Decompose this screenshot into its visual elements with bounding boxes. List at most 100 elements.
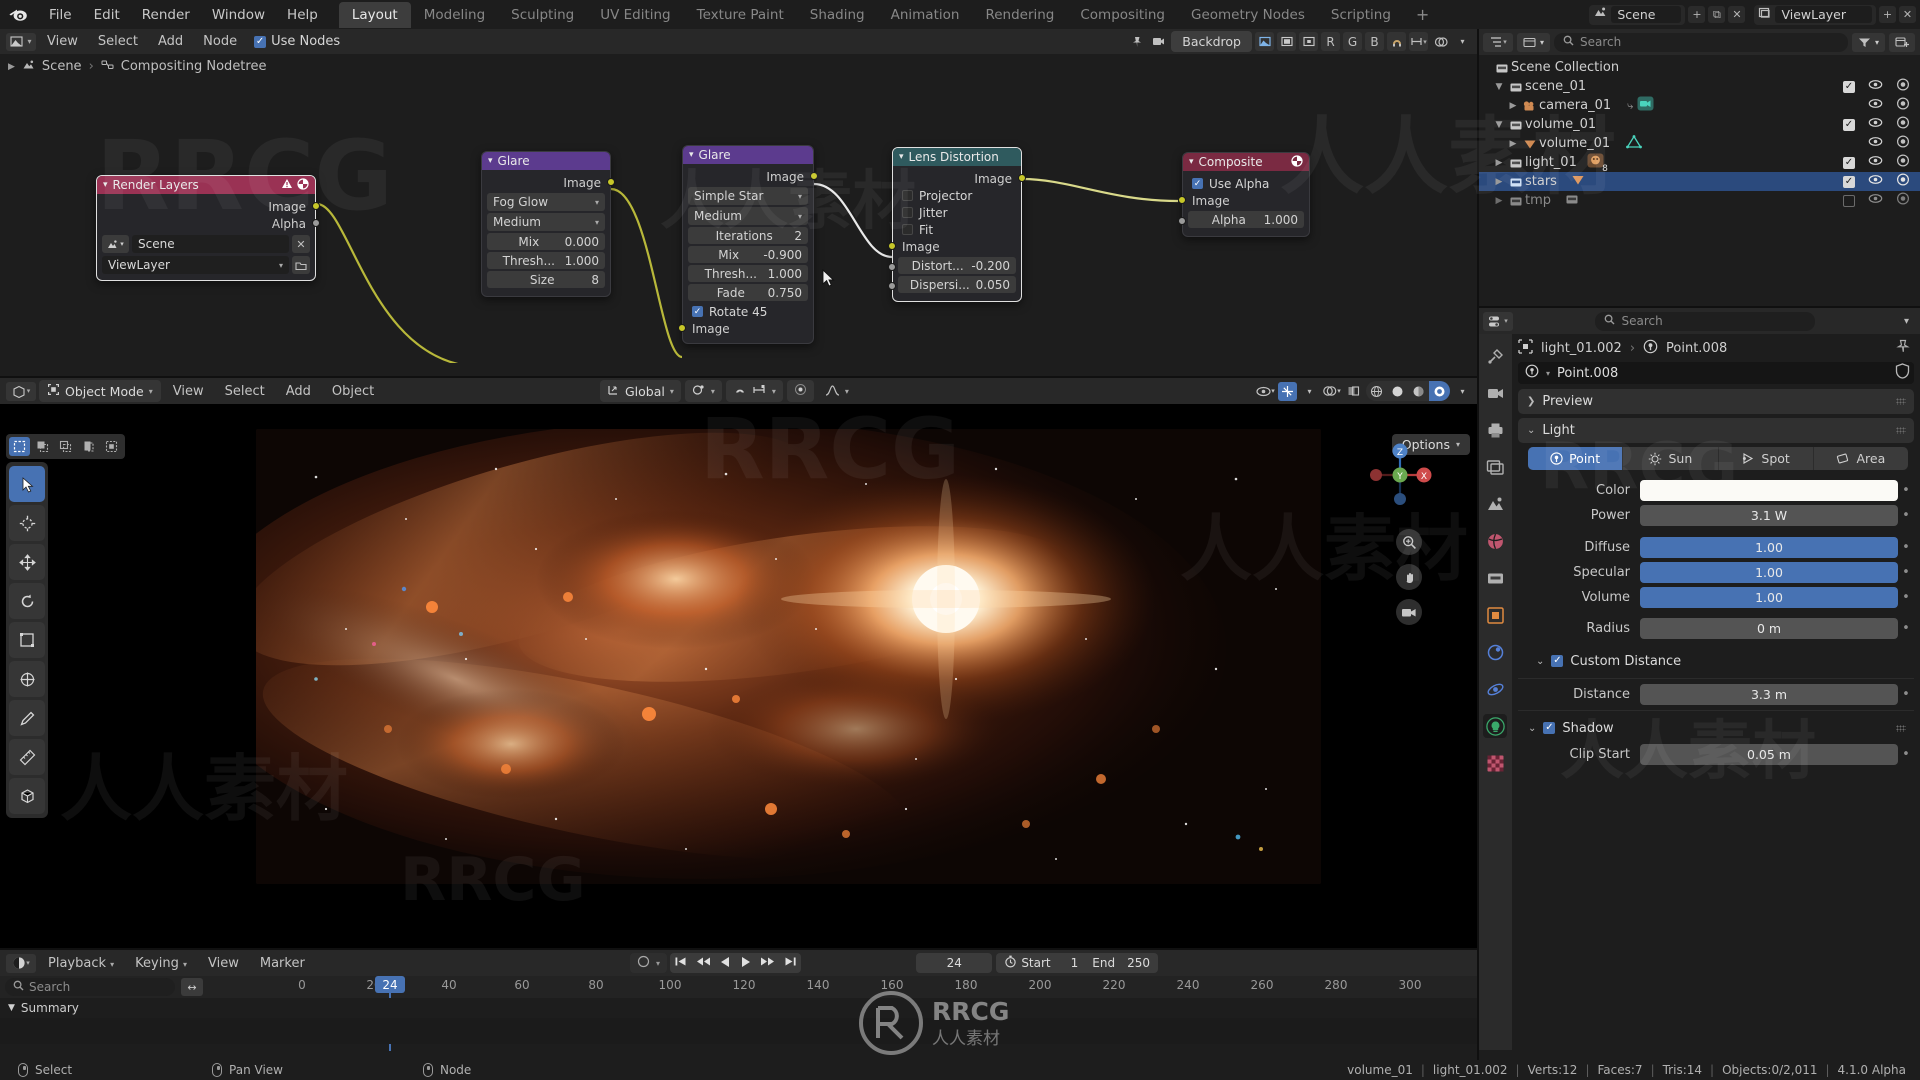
- camera-render-icon[interactable]: [1896, 173, 1910, 190]
- rotate45-toggle[interactable]: ✓ Rotate 45: [688, 303, 808, 320]
- overlay-dropdown-icon[interactable]: ▾: [1453, 32, 1472, 51]
- chevron-down-icon[interactable]: ▾: [1546, 369, 1550, 378]
- expand-icon[interactable]: ▶: [1492, 158, 1506, 168]
- node-menu-select[interactable]: Select: [89, 32, 147, 51]
- node-header-lens-distortion[interactable]: ▾ Lens Distortion: [893, 148, 1021, 166]
- backdrop-zoom-out-icon[interactable]: [1299, 32, 1318, 51]
- select-box-tool[interactable]: [9, 466, 45, 502]
- tab-rendering[interactable]: Rendering: [972, 2, 1067, 28]
- light-diffuse-value[interactable]: 1.00: [1640, 537, 1898, 558]
- light-type-sun[interactable]: Sun: [1623, 447, 1719, 470]
- snap-magnet-icon[interactable]: [1387, 32, 1406, 51]
- add-cube-tool[interactable]: [9, 778, 45, 814]
- timeline-menu-keying[interactable]: Keying ▾: [126, 954, 196, 973]
- light-type-point[interactable]: Point: [1528, 447, 1624, 470]
- socket-dot-image[interactable]: [888, 242, 896, 250]
- socket-out-alpha[interactable]: Alpha: [102, 215, 320, 232]
- tab-scripting[interactable]: Scripting: [1318, 2, 1404, 28]
- play-reverse-icon[interactable]: [720, 956, 731, 971]
- node-render-layers[interactable]: ▾ Render Layers Image Alpha ▾ Scene ✕ Vi…: [96, 175, 320, 281]
- shadow-checkbox[interactable]: ✓: [1543, 722, 1556, 734]
- glare-quality-dropdown[interactable]: Medium ▾: [688, 207, 808, 225]
- field-iterations[interactable]: Iterations 2: [688, 227, 808, 244]
- collapse-chevron-icon[interactable]: ▾: [1189, 157, 1194, 167]
- prev-keyframe-icon[interactable]: [696, 956, 711, 970]
- annotate-tool[interactable]: [9, 700, 45, 736]
- node-header-render-layers[interactable]: ▾ Render Layers: [97, 176, 315, 194]
- physics-tab[interactable]: [1483, 677, 1507, 701]
- outliner-search-input[interactable]: Search: [1554, 32, 1848, 52]
- shadow-toggle-row[interactable]: ⌄ ✓ Shadow: [1518, 716, 1914, 740]
- outliner-row-scene01[interactable]: ▼ scene_01 ✓: [1478, 77, 1920, 96]
- measure-tool[interactable]: [9, 739, 45, 775]
- remove-viewlayer-button[interactable]: ✕: [1899, 6, 1916, 23]
- socket-dot-alpha[interactable]: [1178, 217, 1186, 225]
- fit-checkbox[interactable]: [902, 224, 913, 235]
- socket-in-image[interactable]: Image: [678, 320, 808, 337]
- menu-file[interactable]: File: [38, 4, 83, 26]
- eye-icon[interactable]: [1868, 79, 1883, 94]
- pin-icon[interactable]: [1127, 32, 1146, 51]
- viewlayer-value-wrap[interactable]: ViewLayer ▾: [102, 256, 289, 274]
- node-glare-fog[interactable]: ▾ Glare Image Fog Glow ▾ Medium ▾ Mix 0.…: [481, 151, 615, 297]
- panel-separator-horizontal-2[interactable]: [0, 948, 1478, 950]
- transform-tool[interactable]: [9, 661, 45, 697]
- object-mode-dropdown[interactable]: Object Mode ▾: [39, 380, 161, 402]
- animate-dot-icon[interactable]: •: [1898, 540, 1914, 555]
- breadcrumb-expand-icon[interactable]: ▶: [8, 62, 15, 72]
- use-nodes-toggle[interactable]: ✓ Use Nodes: [248, 32, 346, 51]
- nested-collection-icon[interactable]: [1565, 193, 1579, 209]
- light-group-icon[interactable]: 8: [1587, 153, 1608, 174]
- timeline-ruler[interactable]: 0 20 40 60 80 100 120 140 160 180 200 22…: [210, 976, 1478, 1051]
- snap-increment-icon[interactable]: [752, 384, 767, 399]
- camera-icon[interactable]: [1149, 32, 1168, 51]
- overlays-icon[interactable]: [1431, 32, 1450, 51]
- material-tab[interactable]: [1483, 751, 1507, 775]
- select-intersect-icon[interactable]: [101, 437, 122, 456]
- select-subtract-icon[interactable]: [55, 437, 76, 456]
- clock-icon[interactable]: [1004, 955, 1017, 971]
- socket-dot-dispersion[interactable]: [888, 282, 896, 290]
- eye-icon[interactable]: [1868, 155, 1883, 170]
- field-distortion[interactable]: Distort... -0.200: [898, 257, 1016, 274]
- start-value[interactable]: 1: [1071, 956, 1079, 970]
- viewport-menu-view[interactable]: View: [164, 382, 213, 401]
- viewport-canvas[interactable]: Options ▾ Z X Y: [0, 404, 1478, 950]
- compositor-editor-icon[interactable]: ▾: [6, 32, 36, 51]
- add-workspace-button[interactable]: +: [1404, 5, 1441, 24]
- eye-icon[interactable]: [1868, 193, 1883, 208]
- channel-g-icon[interactable]: G: [1343, 32, 1362, 51]
- display-mode-dropdown[interactable]: ▾: [1517, 32, 1551, 52]
- light-data-name-value[interactable]: Point.008: [1557, 366, 1618, 381]
- delete-scene-button[interactable]: ✕: [1728, 6, 1746, 23]
- zoom-icon[interactable]: [1396, 529, 1422, 555]
- keying-set-selector[interactable]: ▾: [630, 953, 668, 973]
- outliner-row-camera01[interactable]: ▶ camera_01 ⤷: [1478, 96, 1920, 115]
- fit-toggle[interactable]: Fit: [898, 221, 1016, 238]
- glare-type-dropdown[interactable]: Simple Star ▾: [688, 187, 808, 205]
- new-scene-button[interactable]: +: [1688, 6, 1706, 23]
- node-menu-add[interactable]: Add: [149, 32, 192, 51]
- gizmo-icon[interactable]: [1278, 381, 1297, 401]
- breadcrumb-scene[interactable]: Scene: [42, 59, 82, 74]
- warning-icon[interactable]: [281, 178, 293, 193]
- shading-wireframe-icon[interactable]: [1366, 381, 1387, 401]
- expand-icon[interactable]: ▼: [1492, 120, 1506, 130]
- node-menu-node[interactable]: Node: [194, 32, 246, 51]
- field-threshold[interactable]: Thresh... 1.000: [487, 252, 605, 269]
- tab-sculpting[interactable]: Sculpting: [498, 2, 587, 28]
- scene-value[interactable]: Scene: [132, 235, 289, 253]
- falloff-curve-dropdown[interactable]: ▾: [818, 381, 856, 402]
- custom-distance-toggle-row[interactable]: ⌄ ✓ Custom Distance: [1518, 649, 1914, 673]
- shading-material-preview-icon[interactable]: [1408, 381, 1429, 401]
- camera-render-icon[interactable]: [1896, 116, 1910, 133]
- outliner-root-row[interactable]: Scene Collection: [1478, 58, 1920, 77]
- collapse-chevron-icon[interactable]: ▾: [488, 156, 493, 166]
- socket-dot-image[interactable]: [312, 202, 320, 210]
- projector-checkbox[interactable]: [902, 190, 913, 201]
- node-preview-icon[interactable]: [1291, 154, 1303, 170]
- timeline-search-input[interactable]: Search: [5, 978, 175, 996]
- playhead-frame-indicator[interactable]: 24: [375, 976, 405, 993]
- timeline-menu-playback[interactable]: Playback ▾: [39, 954, 123, 973]
- exclude-checkbox[interactable]: ✓: [1843, 156, 1855, 169]
